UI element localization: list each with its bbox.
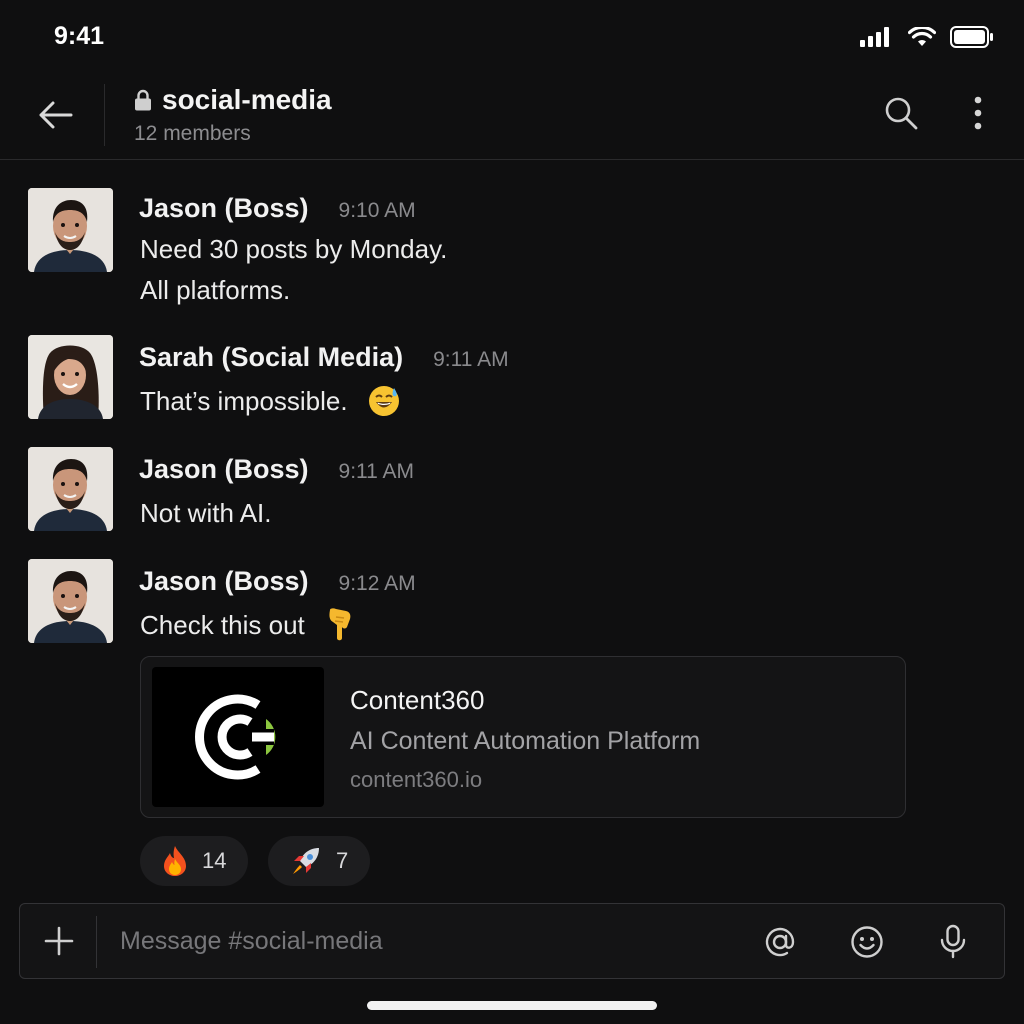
link-preview-card[interactable]: Content360 AI Content Automation Platfor… (140, 656, 906, 818)
message-timestamp: 9:12 AM (338, 572, 416, 595)
channel-name: social-media (162, 84, 332, 115)
reaction-count: 7 (336, 848, 349, 873)
member-count: 12 members (134, 122, 251, 145)
composer-divider (96, 916, 97, 968)
header-divider (104, 84, 105, 146)
battery-icon (950, 26, 993, 48)
channel-header: social-media 12 members (0, 72, 1024, 160)
more-options-button[interactable] (958, 90, 998, 136)
author-name[interactable]: Jason (Boss) (139, 566, 309, 597)
back-button[interactable] (30, 90, 80, 140)
emoji-button[interactable] (846, 921, 888, 963)
avatar-jason[interactable] (28, 559, 113, 643)
voice-button[interactable] (932, 921, 974, 963)
search-button[interactable] (878, 90, 924, 136)
avatar-jason[interactable] (28, 188, 113, 272)
channel-title[interactable]: social-media (134, 84, 332, 116)
message-text: All platforms. (140, 275, 291, 305)
avatar-man-image (28, 559, 113, 643)
reaction-count: 14 (202, 848, 227, 873)
reaction-fire[interactable]: 14 (140, 836, 249, 886)
avatar-woman-image (28, 335, 113, 419)
status-bar: 9:41 (0, 0, 1024, 72)
more-vertical-icon (974, 96, 982, 130)
arrow-left-icon (39, 101, 73, 129)
status-time: 9:41 (54, 22, 105, 50)
message-timestamp: 9:11 AM (433, 348, 509, 371)
link-url[interactable]: content360.io (350, 767, 482, 793)
author-name[interactable]: Jason (Boss) (139, 454, 309, 485)
avatar-sarah[interactable] (28, 335, 113, 419)
rocket-emoji (293, 848, 319, 874)
message-header: Jason (Boss) 9:10 AM (139, 193, 416, 224)
link-title: Content360 (350, 685, 485, 715)
link-description: AI Content Automation Platform (350, 727, 701, 755)
message-text-content: That’s impossible. (140, 386, 348, 416)
message-text: Check this out (140, 608, 354, 641)
message-timestamp: 9:11 AM (338, 460, 415, 483)
smiley-icon (851, 926, 883, 958)
message-header: Jason (Boss) 9:12 AM (139, 566, 416, 597)
avatar-man-image (28, 447, 113, 531)
reaction-rocket[interactable]: 7 (268, 836, 371, 886)
sweat-smile-emoji (368, 386, 399, 417)
author-name[interactable]: Sarah (Social Media) (139, 342, 403, 373)
message-input[interactable] (120, 920, 720, 962)
status-icons (860, 26, 994, 48)
message-timestamp: 9:10 AM (338, 199, 416, 222)
message-text: Not with AI. (140, 498, 272, 528)
message-text: That’s impossible. (140, 386, 401, 417)
message-text-content: Check this out (140, 610, 305, 640)
author-name[interactable]: Jason (Boss) (139, 193, 309, 224)
content360-logo-icon (195, 694, 276, 780)
microphone-icon (940, 924, 966, 959)
content360-logo (152, 667, 324, 807)
lock-icon (135, 89, 151, 111)
message-composer (19, 903, 1005, 979)
message-text: Need 30 posts by Monday. (140, 234, 448, 264)
plus-icon (44, 926, 74, 956)
wifi-icon (908, 27, 936, 46)
mention-button[interactable] (759, 921, 801, 963)
at-sign-icon (765, 927, 795, 957)
pointing-down-emoji (329, 608, 351, 641)
cellular-signal-icon (860, 27, 889, 47)
attach-button[interactable] (38, 920, 80, 962)
message-header: Sarah (Social Media) 9:11 AM (139, 342, 509, 373)
fire-emoji (164, 846, 186, 876)
avatar-jason[interactable] (28, 447, 113, 531)
message-header: Jason (Boss) 9:11 AM (139, 454, 414, 485)
avatar-man-image (28, 188, 113, 272)
home-indicator[interactable] (367, 1001, 657, 1010)
search-icon (885, 97, 918, 130)
